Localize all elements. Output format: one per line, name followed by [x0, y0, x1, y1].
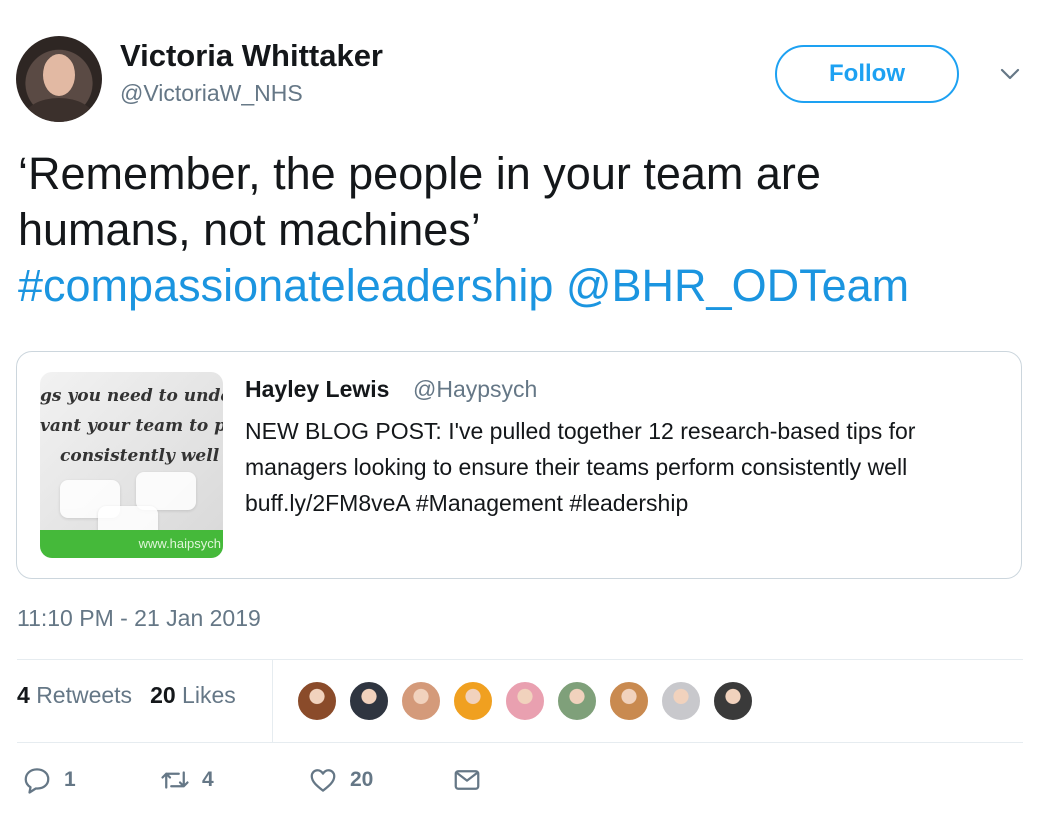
quoted-author-name[interactable]: Hayley Lewis [245, 376, 389, 403]
tweet-line-1: ‘Remember, the people in your team are [18, 148, 821, 199]
liker-avatar[interactable] [660, 680, 702, 722]
chevron-down-icon[interactable] [998, 62, 1022, 86]
likes-label: Likes [182, 682, 236, 708]
tweet-timestamp[interactable]: 11:10 PM - 21 Jan 2019 [17, 605, 261, 632]
liker-avatar[interactable] [556, 680, 598, 722]
reply-count: 1 [64, 768, 76, 791]
follow-button[interactable]: Follow [775, 45, 959, 103]
liker-avatar[interactable] [296, 680, 338, 722]
puzzle-piece [136, 472, 196, 510]
quoted-tweet-text: NEW BLOG POST: I've pulled together 12 r… [245, 418, 916, 516]
author-name[interactable]: Victoria Whittaker [120, 38, 383, 74]
quoted-author-handle[interactable]: @Haypsych [413, 376, 537, 403]
retweet-icon [161, 771, 189, 789]
direct-message-button[interactable] [452, 760, 482, 800]
divider [17, 659, 1023, 660]
envelope-icon [454, 770, 480, 790]
thumbnail-site-text: www.haipsych [138, 536, 221, 551]
divider [17, 742, 1023, 743]
mention-link[interactable]: @BHR_ODTeam [566, 260, 909, 311]
avatar-face [43, 54, 75, 96]
stats-separator [272, 660, 273, 743]
tweet-line-3: #compassionateleadership @BHR_ODTeam [18, 258, 1028, 314]
retweets-count: 4 [17, 682, 30, 708]
like-button[interactable]: 20 [308, 760, 373, 800]
liker-avatar[interactable] [608, 680, 650, 722]
quoted-tweet-thumbnail[interactable]: gs you need to unders vant your team to … [40, 372, 223, 558]
reply-icon [24, 768, 50, 794]
likes-stat[interactable]: 20 Likes [150, 682, 236, 709]
liker-avatar[interactable] [348, 680, 390, 722]
liker-avatar[interactable] [504, 680, 546, 722]
quoted-tweet[interactable]: gs you need to unders vant your team to … [16, 351, 1022, 579]
liker-avatar[interactable] [712, 680, 754, 722]
author-handle[interactable]: @VictoriaW_NHS [120, 80, 303, 107]
retweet-button[interactable]: 4 [160, 760, 214, 800]
liker-avatar[interactable] [400, 680, 442, 722]
tweet-line-2: humans, not machines’ [18, 204, 481, 255]
hashtag-link[interactable]: #compassionateleadership [18, 260, 553, 311]
thumbnail-text-line: gs you need to unders [40, 386, 223, 406]
thumbnail-text-line: vant your team to per [40, 416, 223, 436]
heart-icon [310, 769, 336, 792]
thumbnail-text-line: consistently well [60, 446, 220, 466]
likes-count: 20 [150, 682, 176, 708]
avatar-shoulders [24, 98, 94, 122]
like-count: 20 [350, 768, 374, 791]
reply-button[interactable]: 1 [22, 760, 76, 800]
liker-avatars [296, 680, 764, 722]
tweet-text: ‘Remember, the people in your team are h… [18, 146, 1028, 314]
liker-avatar[interactable] [452, 680, 494, 722]
retweets-label: Retweets [36, 682, 133, 708]
tweet-actions: 1 4 20 [0, 760, 1054, 810]
retweet-count: 4 [202, 768, 214, 791]
retweets-stat[interactable]: 4 Retweets [17, 682, 132, 709]
author-avatar[interactable] [16, 36, 102, 122]
tweet-stats: 4 Retweets 20 Likes [17, 682, 236, 709]
